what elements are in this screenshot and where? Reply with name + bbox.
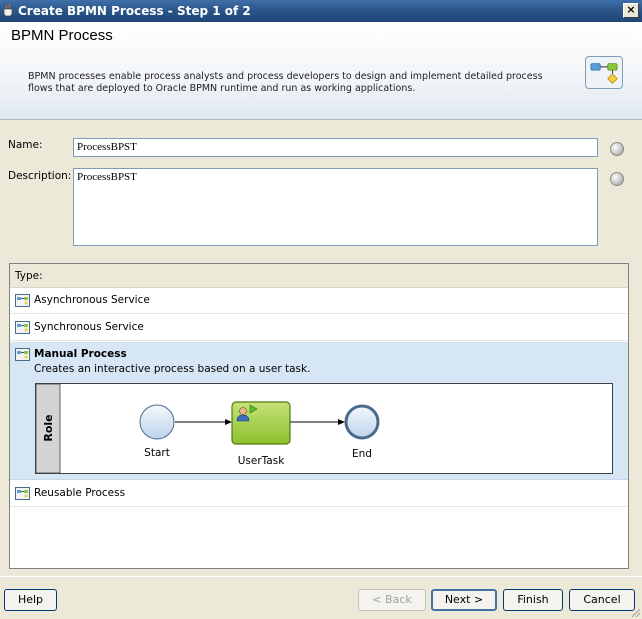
translate-globe-icon[interactable]: [610, 172, 624, 186]
type-item-synchronous-service[interactable]: Synchronous Service: [10, 315, 628, 341]
type-list-header: Type:: [10, 264, 628, 288]
type-header-label: Type:: [15, 270, 43, 282]
service-icon: [15, 321, 30, 334]
page-description: BPMN processes enable process analysts a…: [28, 71, 543, 94]
service-icon: [15, 294, 30, 307]
coffee-cup-icon: [3, 3, 15, 17]
close-button[interactable]: ×: [623, 3, 639, 18]
service-icon: [15, 348, 30, 361]
type-item-reusable-process[interactable]: Reusable Process: [10, 481, 628, 507]
type-item-label: Manual Process: [34, 348, 127, 360]
type-item-description: Creates an interactive process based on …: [34, 363, 311, 375]
page-title: BPMN Process: [11, 27, 113, 44]
cancel-button[interactable]: Cancel: [569, 589, 635, 611]
back-button[interactable]: < Back: [358, 589, 426, 611]
close-icon: ×: [626, 3, 636, 16]
start-event: [139, 404, 175, 440]
help-button[interactable]: Help: [4, 589, 57, 611]
name-label: Name:: [8, 139, 43, 151]
type-item-label: Reusable Process: [34, 487, 126, 499]
lane-label: Role: [42, 414, 55, 441]
description-textarea[interactable]: ProcessBPST: [73, 168, 598, 246]
window-title: Create BPMN Process - Step 1 of 2: [18, 4, 251, 18]
service-icon: [15, 487, 30, 500]
type-item-asynchronous-service[interactable]: Asynchronous Service: [10, 288, 628, 314]
window-titlebar: Create BPMN Process - Step 1 of 2 ×: [0, 0, 642, 22]
task-label: UserTask: [238, 455, 286, 467]
translate-globe-icon[interactable]: [610, 142, 624, 156]
resize-grip-icon[interactable]: [629, 606, 641, 618]
finish-button[interactable]: Finish: [503, 589, 563, 611]
description-label: Description:: [8, 170, 72, 182]
name-value: ProcessBPST: [77, 141, 137, 153]
end-label: End: [352, 448, 372, 460]
bpmn-process-icon: [585, 56, 623, 89]
end-event: [344, 404, 380, 440]
type-item-label: Asynchronous Service: [34, 294, 150, 306]
description-value: ProcessBPST: [77, 171, 137, 183]
type-item-manual-process[interactable]: Manual Process Creates an interactive pr…: [10, 342, 628, 480]
wizard-header: BPMN Process BPMN processes enable proce…: [0, 22, 642, 120]
type-list: Type: Asynchronous Service Synchronous S…: [9, 263, 629, 569]
start-label: Start: [144, 447, 170, 459]
next-button[interactable]: Next >: [431, 589, 497, 611]
process-preview-diagram: Role Start UserTask End: [35, 383, 613, 474]
process-diagram-svg: Role Start UserTask End: [35, 383, 380, 474]
name-input[interactable]: ProcessBPST: [73, 138, 598, 157]
type-item-label: Synchronous Service: [34, 321, 144, 333]
